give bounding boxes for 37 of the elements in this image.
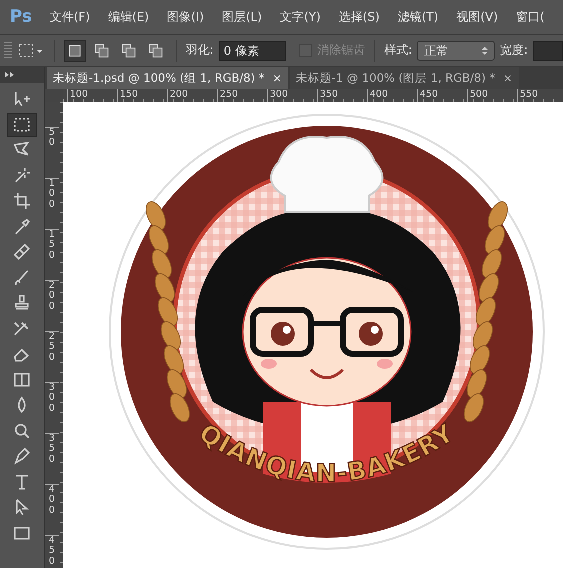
menu-item[interactable]: 文字(Y) [276,8,325,26]
ruler-label: 150 [45,229,58,280]
close-tab-button[interactable]: × [272,72,282,84]
document-tab[interactable]: 未标题-1 @ 100% (图层 1, RGB/8) * × [290,67,519,89]
style-label: 样式: [384,42,412,59]
menu-item[interactable]: 图像(I) [163,8,208,26]
close-tab-button[interactable]: × [503,72,513,84]
menu-item[interactable]: 图层(L) [218,8,266,26]
menu-item[interactable]: 窗口( [512,8,549,26]
menu-item[interactable]: 选择(S) [334,8,384,26]
menu-item[interactable]: 视图(V) [452,8,502,26]
ruler-label: 50 [45,127,58,178]
menu-item[interactable]: 滤镜(T) [394,8,443,26]
double-arrow-icon [4,71,16,79]
width-label: 宽度: [500,42,528,59]
toolbar-header[interactable] [0,67,44,83]
ruler-label: 450 [45,535,58,568]
selection-mode-icon [148,42,164,60]
app-logo: Ps [9,7,34,27]
menu-item[interactable]: 文件(F) [46,8,94,26]
ruler-label: 100 [45,178,58,229]
ruler-label: 350 [45,433,58,484]
ruler-label: 300 [45,382,58,433]
ruler-label: 400 [45,484,58,535]
width-field[interactable] [533,40,563,60]
selection-mode-icon [94,42,110,60]
ruler-label: 250 [45,331,58,382]
document-tab[interactable]: 未标题-1.psd @ 100% (组 1, RGB/8) * × [47,67,288,89]
feather-label: 羽化: [186,42,214,59]
selection-mode-icon [120,42,137,60]
updown-arrows-icon [482,46,488,56]
menu-item[interactable]: 编辑(E) [104,8,154,26]
ruler-label: 200 [45,280,58,331]
selection-mode-button[interactable] [64,40,86,62]
style-select[interactable]: 正常 [417,40,496,60]
marquee-tool-icon[interactable] [7,112,37,136]
feather-field[interactable]: 0 像素 [218,40,286,60]
